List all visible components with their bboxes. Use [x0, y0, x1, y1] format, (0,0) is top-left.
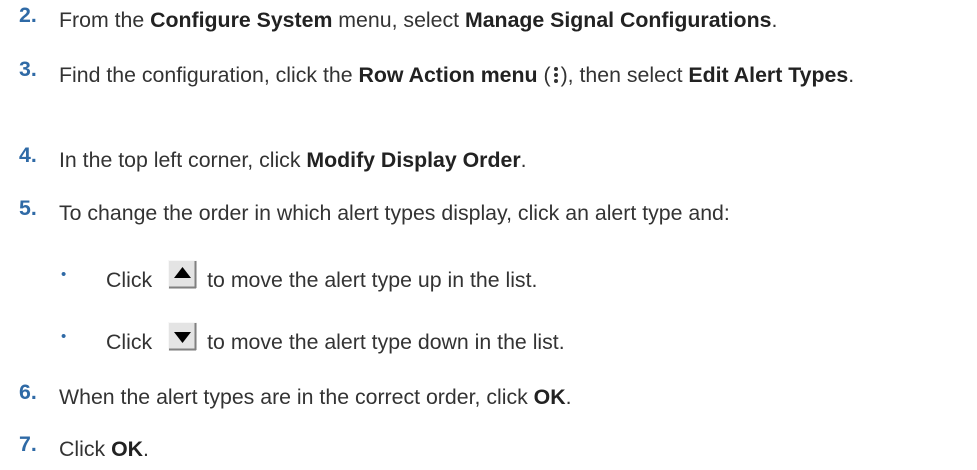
- move-down-arrow-icon: [168, 322, 198, 351]
- move-up-arrow-icon: [168, 260, 198, 289]
- bullet: •: [61, 328, 67, 345]
- step-text: In the top left corner, click Modify Dis…: [59, 148, 527, 172]
- step-text: From the Configure System menu, select M…: [59, 8, 778, 32]
- step-number: 2.: [19, 3, 37, 27]
- step-number: 7.: [19, 432, 37, 456]
- button-name: OK: [533, 385, 566, 409]
- sub-step-text: Click to move the alert type down in the …: [106, 322, 565, 359]
- button-name: OK: [111, 437, 144, 461]
- step-text: To change the order in which alert types…: [59, 201, 730, 225]
- menu-item-name: Manage Signal Configurations: [464, 8, 772, 32]
- button-name: Modify Display Order: [306, 148, 521, 172]
- kebab-menu-icon: [551, 57, 561, 91]
- menu-name: Row Action menu: [358, 63, 538, 87]
- step-text: Click OK.: [59, 437, 149, 461]
- sub-step-text: Click to move the alert type up in the li…: [106, 260, 537, 297]
- step-number: 4.: [19, 143, 37, 167]
- step-text: When the alert types are in the correct …: [59, 385, 572, 409]
- menu-name: Configure System: [150, 8, 333, 32]
- step-number: 5.: [19, 196, 37, 220]
- step-number: 6.: [19, 380, 37, 404]
- menu-item-name: Edit Alert Types: [688, 63, 849, 87]
- bullet: •: [61, 266, 67, 283]
- step-number: 3.: [19, 57, 37, 81]
- step-text: Find the configuration, click the Row Ac…: [59, 57, 971, 92]
